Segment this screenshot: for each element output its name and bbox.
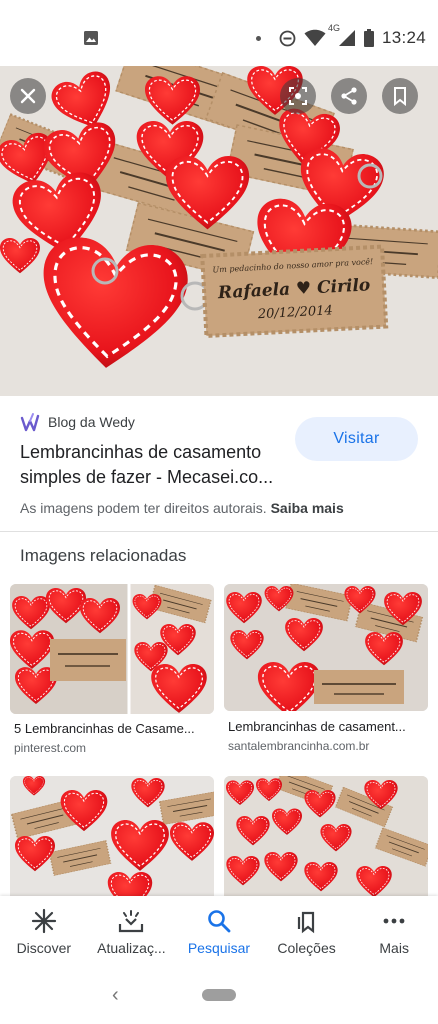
learn-more-link[interactable]: Saiba mais bbox=[271, 500, 344, 516]
more-icon bbox=[383, 918, 405, 924]
lens-icon bbox=[289, 87, 307, 105]
related-card[interactable]: Lembrancinhas de casament... santalembra… bbox=[224, 584, 428, 759]
related-domain: pinterest.com bbox=[14, 741, 87, 755]
nav-label: Coleções bbox=[277, 940, 336, 956]
nav-more[interactable]: Mais bbox=[350, 896, 438, 970]
collections-icon bbox=[297, 911, 314, 934]
nav-collections[interactable]: Coleções bbox=[263, 896, 351, 970]
result-title[interactable]: Lembrancinhas de casamento simples de fa… bbox=[20, 440, 290, 490]
search-icon bbox=[208, 910, 231, 933]
related-card[interactable] bbox=[10, 776, 214, 896]
signal-icon: 4G bbox=[328, 23, 356, 47]
divider bbox=[0, 531, 438, 532]
related-thumbnail bbox=[10, 584, 214, 714]
bookmark-icon bbox=[394, 87, 406, 106]
related-caption: Lembrancinhas de casament... bbox=[228, 719, 406, 734]
related-thumbnail bbox=[224, 776, 428, 896]
nav-search[interactable]: Pesquisar bbox=[175, 896, 263, 970]
lens-button[interactable] bbox=[280, 78, 316, 114]
wifi-icon bbox=[304, 29, 326, 46]
nav-label: Atualizaç... bbox=[97, 940, 166, 956]
source-name: Blog da Wedy bbox=[48, 414, 135, 430]
home-pill[interactable] bbox=[202, 989, 236, 1001]
nav-label: Discover bbox=[16, 940, 72, 956]
visit-button[interactable]: Visitar bbox=[295, 417, 418, 461]
related-thumbnail bbox=[224, 584, 428, 711]
gallery-icon bbox=[84, 31, 98, 45]
related-heading: Imagens relacionadas bbox=[20, 546, 187, 565]
status-bar: 4G 13:24 bbox=[0, 0, 438, 66]
related-card[interactable]: 5 Lembrancinhas de Casame... pinterest.c… bbox=[10, 584, 214, 759]
close-button[interactable] bbox=[10, 78, 46, 114]
related-card[interactable] bbox=[224, 776, 428, 896]
dnd-icon bbox=[279, 30, 296, 46]
related-caption: 5 Lembrancinhas de Casame... bbox=[14, 721, 195, 736]
copyright-text: As imagens podem ter direitos autorais. bbox=[20, 500, 267, 516]
system-navigation-bar: ‹ bbox=[0, 970, 438, 1024]
clock: 13:24 bbox=[381, 28, 426, 47]
hero-photo: Um pedacinho do nosso amor pra você! Raf… bbox=[0, 66, 438, 396]
related-domain: santalembrancinha.com.br bbox=[228, 739, 370, 753]
save-button[interactable] bbox=[382, 78, 418, 114]
nav-updates[interactable]: Atualizaç... bbox=[88, 896, 176, 970]
back-chevron-icon[interactable]: ‹ bbox=[112, 984, 119, 1007]
related-thumbnail bbox=[10, 776, 214, 896]
asterisk-icon bbox=[31, 908, 56, 934]
updates-icon bbox=[119, 910, 144, 933]
hero-image[interactable]: Um pedacinho do nosso amor pra você! Raf… bbox=[0, 66, 438, 396]
battery-icon bbox=[363, 29, 374, 47]
source-logo-icon bbox=[20, 413, 40, 432]
nav-discover[interactable]: Discover bbox=[0, 896, 88, 970]
nav-label: Pesquisar bbox=[187, 940, 251, 956]
share-button[interactable] bbox=[331, 78, 367, 114]
bottom-navigation: Discover Atualizaç... Pesquisar Coleções… bbox=[0, 896, 438, 970]
close-icon bbox=[20, 88, 36, 104]
nav-label: Mais bbox=[379, 940, 409, 956]
source-row[interactable]: Blog da Wedy bbox=[20, 412, 135, 432]
status-icons: 4G 13:24 bbox=[255, 23, 426, 50]
share-icon bbox=[341, 87, 357, 105]
notification-dot-icon bbox=[255, 35, 261, 41]
copyright-notice: As imagens podem ter direitos autorais. … bbox=[20, 500, 344, 516]
